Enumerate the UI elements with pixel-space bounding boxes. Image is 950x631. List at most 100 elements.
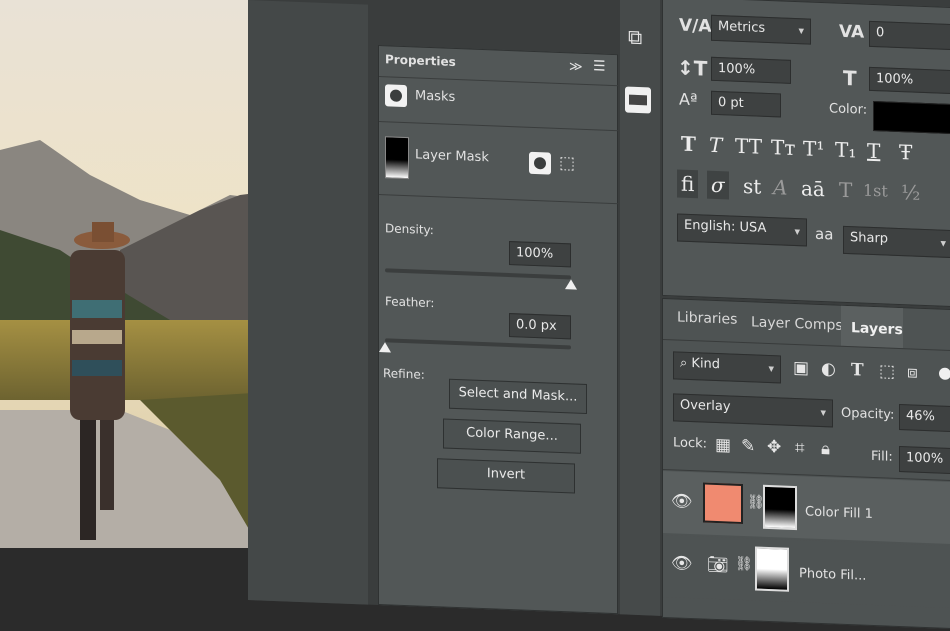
color-label: Color: — [829, 101, 868, 118]
feather-slider-thumb[interactable] — [379, 342, 391, 353]
add-vector-mask-icon[interactable]: ⬚ — [559, 153, 575, 174]
tab-layers[interactable]: Layers — [851, 320, 903, 338]
old-style-button[interactable]: σ — [707, 170, 729, 200]
density-slider[interactable] — [385, 268, 571, 280]
layer-mask-thumbnail[interactable] — [385, 136, 409, 180]
lock-label: Lock: — [673, 435, 708, 452]
lock-transparent-icon[interactable]: ▦ — [715, 435, 731, 456]
vertical-scale-input[interactable]: 100% — [711, 56, 791, 84]
paragraph-panel-icon[interactable] — [625, 86, 651, 114]
tab-layers-active[interactable]: Layers — [841, 305, 903, 349]
color-range-button[interactable]: Color Range... — [443, 418, 581, 454]
horizontal-scale-input[interactable]: 100% — [869, 66, 950, 96]
kerning-select[interactable]: Metrics ▾ — [711, 14, 811, 45]
visibility-eye-icon[interactable]: 👁︎ — [671, 553, 693, 574]
faux-italic-button[interactable]: T — [709, 133, 722, 158]
swash-button[interactable]: A — [773, 175, 787, 200]
feather-input[interactable]: 0.0 px — [509, 313, 571, 340]
blend-mode-value: Overlay — [680, 397, 731, 415]
small-caps-button[interactable]: Tт — [771, 135, 795, 160]
horizontal-scale-icon: T — [843, 65, 857, 91]
chevron-down-icon: ▾ — [820, 405, 826, 420]
kerning-icon: V/A — [679, 15, 712, 37]
feather-label: Feather: — [385, 294, 435, 311]
filter-shape-icon[interactable]: ⬚ — [879, 361, 895, 382]
discretionary-ligatures-button[interactable]: st — [743, 174, 761, 199]
filter-type-icon[interactable]: T — [851, 360, 864, 380]
underline-button[interactable]: T — [867, 139, 880, 164]
stylistic-alternates-button[interactable]: aā — [801, 176, 825, 201]
lock-all-icon[interactable]: 🔒︎ — [821, 439, 830, 459]
layer-mask-thumbnail[interactable] — [755, 546, 789, 592]
character-panel: V/A Metrics▾ VA 0▾ ↕T 100% T 100% Aª 0 p… — [662, 0, 950, 310]
antialias-icon: aa — [815, 224, 834, 244]
visibility-eye-icon[interactable]: 👁︎ — [671, 491, 693, 512]
strikethrough-button[interactable]: Ŧ — [899, 140, 912, 165]
photoshop-ui: Properties ≫ ☰ Masks Layer Mask ⬚ Densit… — [248, 0, 950, 631]
filter-kind-select[interactable]: ⌕ Kind ▾ — [673, 351, 781, 384]
layer-name[interactable]: Color Fill 1 — [805, 504, 873, 522]
filter-toggle-icon[interactable] — [939, 367, 950, 381]
divider — [379, 194, 619, 205]
antialias-value: Sharp — [850, 230, 889, 247]
properties-title: Properties — [385, 52, 456, 69]
text-color-swatch[interactable] — [873, 101, 950, 135]
layer-name[interactable]: Photo Fil... — [799, 566, 866, 584]
tracking-icon: VA — [839, 21, 865, 43]
refine-label: Refine: — [383, 366, 425, 382]
filter-kind-value: Kind — [691, 356, 721, 373]
link-icon[interactable]: ⛓︎ — [735, 556, 753, 573]
filter-smart-object-icon[interactable]: ⧈ — [907, 362, 918, 382]
select-and-mask-button[interactable]: Select and Mask... — [449, 378, 587, 415]
chevron-down-icon: ▾ — [798, 24, 804, 38]
all-caps-button[interactable]: TT — [735, 134, 762, 159]
tab-libraries[interactable]: Libraries — [677, 309, 737, 327]
subscript-button[interactable]: T₁ — [835, 138, 856, 163]
baseline-shift-icon: Aª — [679, 89, 698, 110]
lock-artboard-icon[interactable]: ⌗ — [795, 438, 805, 458]
language-select[interactable]: English: USA ▾ — [677, 213, 807, 247]
chevron-down-icon: ▾ — [768, 361, 774, 376]
lock-position-icon[interactable]: ✥ — [767, 437, 781, 458]
ligatures-button[interactable]: fi — [677, 169, 699, 199]
character-panel-icon[interactable]: ⧉ — [628, 25, 642, 50]
opacity-label: Opacity: — [841, 405, 895, 423]
fractions-button[interactable]: ½ — [901, 180, 920, 205]
layer-mask-thumbnail[interactable] — [763, 484, 797, 531]
titling-alternates-button[interactable]: T — [839, 178, 852, 203]
density-input[interactable]: 100% — [509, 241, 571, 268]
hamburger-menu-icon[interactable]: ☰ — [593, 58, 606, 74]
panel-menu-icon[interactable]: ≫ — [569, 59, 583, 75]
filter-pixel-icon[interactable]: ▣ — [793, 358, 809, 379]
faux-bold-button[interactable]: T — [681, 132, 696, 157]
kerning-value: Metrics — [718, 19, 766, 36]
fill-input[interactable]: 100% — [899, 446, 950, 475]
chevron-down-icon: ▾ — [794, 224, 800, 239]
ordinals-button[interactable]: 1st — [863, 181, 888, 201]
layers-panel: Libraries Layer Comps Layers ⌕ Kind ▾ ▣ ◐… — [662, 297, 950, 631]
feather-slider[interactable] — [385, 338, 571, 350]
search-icon: ⌕ — [680, 355, 692, 372]
blend-mode-select[interactable]: Overlay ▾ — [673, 393, 833, 428]
tab-layer-comps[interactable]: Layer Comps — [751, 314, 843, 334]
tool-dock — [248, 0, 368, 605]
add-pixel-mask-icon[interactable] — [529, 151, 551, 175]
divider — [663, 338, 950, 354]
color-fill-swatch[interactable] — [703, 482, 743, 525]
layer-row[interactable]: 👁︎ 📷︎ ⛓︎ Photo Fil... — [663, 534, 950, 611]
language-value: English: USA — [684, 217, 767, 236]
superscript-button[interactable]: T¹ — [803, 136, 824, 161]
baseline-shift-input[interactable]: 0 pt — [711, 90, 781, 118]
layer-mask-label: Layer Mask — [415, 147, 489, 166]
density-slider-thumb[interactable] — [565, 279, 577, 290]
filter-adjustment-icon[interactable]: ◐ — [821, 359, 836, 380]
divider — [379, 76, 619, 87]
antialias-select[interactable]: Sharp ▾ — [843, 225, 950, 259]
invert-button[interactable]: Invert — [437, 458, 575, 494]
density-label: Density: — [385, 221, 434, 238]
layer-row[interactable]: 👁︎ ⛓︎ Color Fill 1 — [663, 470, 950, 547]
opacity-input[interactable]: 46% — [899, 404, 950, 433]
lock-image-icon[interactable]: ✎ — [741, 436, 755, 457]
chevron-down-icon: ▾ — [940, 236, 946, 250]
tracking-select[interactable]: 0▾ — [869, 20, 950, 52]
